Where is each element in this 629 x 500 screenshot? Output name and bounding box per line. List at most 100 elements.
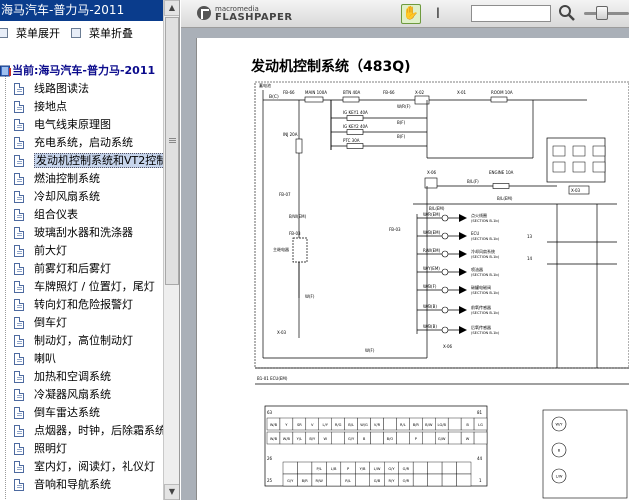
tree-item[interactable]: 音响和导航系统 [0, 476, 163, 494]
diagram-label: B(F) [397, 134, 406, 139]
relay-cell [592, 161, 606, 173]
tree-item[interactable]: 电气线束原理图 [0, 116, 163, 134]
search-input[interactable] [471, 5, 551, 22]
diagram-label: FB-66 [383, 90, 395, 95]
tree-item-label: 喇叭 [34, 352, 56, 365]
scroll-thumb[interactable] [165, 17, 179, 285]
diagram-label: G/Y [388, 467, 395, 471]
scroll-up-icon[interactable]: ▲ [164, 0, 179, 16]
diagram-label: FB-03 [389, 227, 401, 232]
scroll-down-icon[interactable]: ▼ [164, 484, 179, 500]
diagram-label: 蓄电池 [259, 82, 271, 88]
tree-item[interactable]: 照明灯 [0, 440, 163, 458]
diagram-label: R/W(EM) [423, 248, 441, 253]
diagram-label: ROOM 10A [491, 90, 513, 95]
hand-tool-button[interactable]: ✋ [401, 4, 421, 24]
menu-expand-button[interactable]: 菜单展开 [0, 26, 60, 42]
document-icon [14, 371, 24, 383]
relay-cell [572, 161, 586, 173]
diagram-label: B/R [413, 423, 420, 427]
ecu-pin-cell [297, 461, 313, 475]
tree-item-label: 组合仪表 [34, 208, 78, 221]
diagram-label: L/B [331, 467, 337, 471]
tree-item[interactable]: 玻璃刮水器和洗涤器 [0, 224, 163, 242]
tree-item-label: 冷却风扇系统 [34, 190, 100, 203]
tree-item-label: 接地点 [34, 100, 67, 113]
relay-block [546, 137, 606, 183]
diagram-label: W/B(F) [423, 284, 437, 289]
diagram-label: G/R [403, 467, 410, 471]
diagram-label: B/W(EM) [289, 214, 307, 219]
diagram-label: X-01 [457, 90, 467, 95]
tree-panel: 海马汽车-普力马-2011 菜单展开 菜单折叠 当前:海马汽车-普力马-2011… [0, 0, 180, 500]
document-icon [14, 317, 24, 329]
tree-item[interactable]: 充电系统，启动系统 [0, 134, 163, 152]
tree-item[interactable]: 接地点 [0, 98, 163, 116]
diagram-label: 前氧传感器 [471, 304, 491, 310]
tree-item[interactable]: 倒车灯 [0, 314, 163, 332]
diagram-label: (SECTION B-1b) [471, 237, 500, 241]
document-icon [14, 191, 24, 203]
tree-item[interactable]: 点烟器，时钟，后除霜系统 [0, 422, 166, 440]
ecu-pin-cell [473, 431, 488, 445]
fuse-room [490, 96, 508, 103]
tree-item[interactable]: 前雾灯和后雾灯 [0, 260, 163, 278]
diagram-label: W [466, 437, 470, 441]
diagram-label: FB-07 [279, 192, 291, 197]
document-icon [14, 263, 24, 275]
menu-collapse-button[interactable]: 菜单折叠 [71, 26, 133, 42]
diagram-label: 冷却风扇系统 [471, 248, 495, 254]
tree-item[interactable]: 室内灯，阅读灯，礼仪灯 [0, 458, 163, 476]
tree-root[interactable]: 当前:海马汽车-普力马-2011 [0, 62, 163, 80]
diagram-label: W/B(B) [423, 304, 437, 309]
tree-item[interactable]: 发动机控制系统和VT2控制 [0, 152, 170, 170]
menu-collapse-label: 菜单折叠 [89, 27, 133, 40]
tree-item[interactable]: 喇叭 [0, 350, 163, 368]
tree-item-label: 发动机控制系统和VT2控制 [34, 153, 170, 168]
tree-item-label: 室内灯，阅读灯，礼仪灯 [34, 460, 155, 473]
tree-item-label: 转向灯和危险报警灯 [34, 298, 133, 311]
tree-item-label: 点烟器，时钟，后除霜系统 [34, 424, 166, 437]
diagram-label: (SECTION B-1b) [471, 331, 500, 335]
document-icon [14, 245, 24, 257]
tree-item-label: 冷凝器风扇系统 [34, 388, 111, 401]
tree-scrollbar[interactable]: ▲ ▼ [163, 0, 179, 500]
zoom-slider[interactable] [584, 6, 629, 20]
connector-pin [441, 232, 449, 240]
tree-item[interactable]: 转向灯和危险报警灯 [0, 296, 163, 314]
diagram-label: B/O [387, 437, 394, 441]
diagram-label: R/L [345, 479, 351, 483]
document-page: 发动机控制系统（483Q) 蓄电池 B(C) FB-66 MAIN 100A BTN 4… [197, 38, 629, 500]
zoom-knob[interactable] [596, 6, 608, 20]
tree-item-label: 车牌照灯 / 位置灯，尾灯 [34, 280, 155, 293]
diagram-label: L/W [556, 475, 563, 479]
tree-item-label: 制动灯，高位制动灯 [34, 334, 133, 347]
diagram-label: B/Y [309, 437, 316, 441]
document-icon [14, 479, 24, 491]
tree-item[interactable]: 车牌照灯 / 位置灯，尾灯 [0, 278, 163, 296]
diagram-label: B/R [302, 479, 309, 483]
tree-item[interactable]: 制动灯，高位制动灯 [0, 332, 163, 350]
book-icon [0, 65, 11, 77]
diagram-label: (SECTION B-1b) [471, 291, 500, 295]
diagram-label: 后氧传感器 [471, 324, 491, 330]
tree-item[interactable]: 冷凝器风扇系统 [0, 386, 163, 404]
diagram-label: P/L [316, 467, 321, 471]
diagram-label: B(C) [269, 94, 279, 100]
diagram-label: W [323, 437, 327, 441]
diagram-label: W/B [270, 423, 278, 427]
tree-item[interactable]: 加热和空调系统 [0, 368, 163, 386]
ecu-pin-cell [456, 473, 472, 487]
tree-item[interactable]: 燃油控制系统 [0, 170, 163, 188]
text-select-button[interactable]: I [431, 4, 445, 24]
menu-toolbar: 菜单展开 菜单折叠 [0, 26, 163, 42]
tree-item[interactable]: 倒车雷达系统 [0, 404, 163, 422]
tree-item[interactable]: 前大灯 [0, 242, 163, 260]
tree-item[interactable]: 冷却风扇系统 [0, 188, 163, 206]
tree-item[interactable]: 组合仪表 [0, 206, 163, 224]
tree-item[interactable]: 线路图读法 [0, 80, 163, 98]
search-icon[interactable] [558, 4, 576, 22]
tree-view: 当前:海马汽车-普力马-2011 线路图读法接地点电气线束原理图充电系统，启动系… [0, 62, 170, 500]
ecu-pin-cell [427, 473, 443, 487]
tree-item-label: 电气线束原理图 [34, 118, 111, 131]
